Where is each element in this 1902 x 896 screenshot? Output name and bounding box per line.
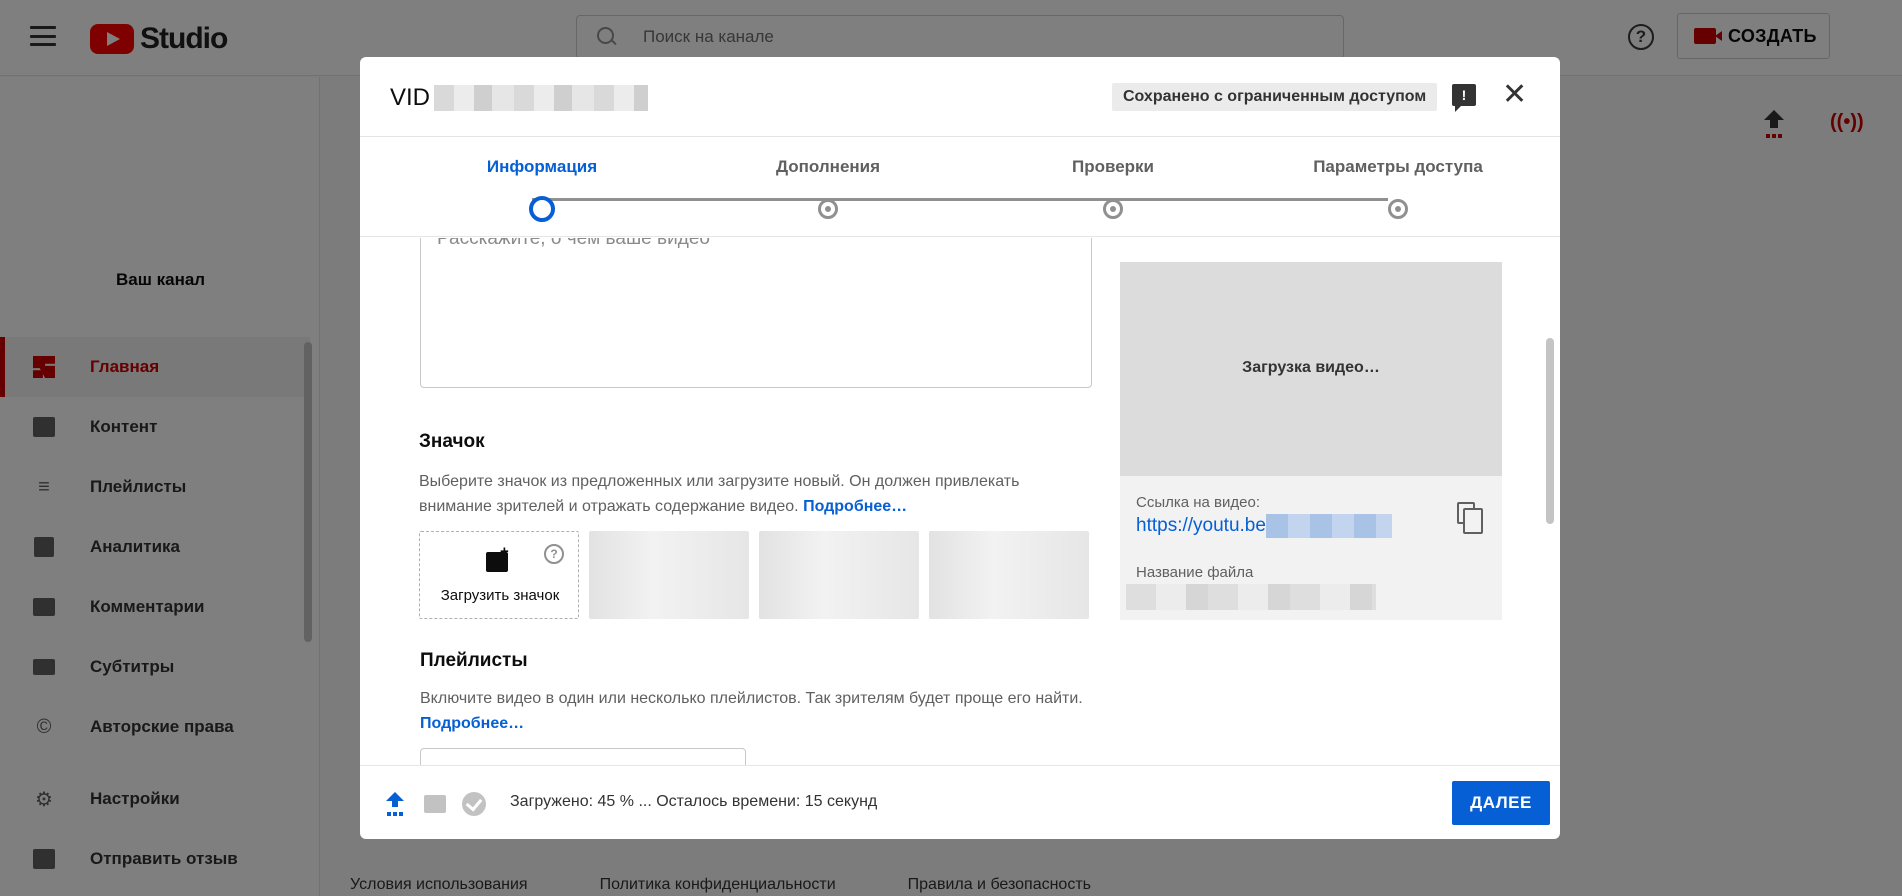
add-photo-icon [486, 543, 509, 572]
dialog-footer: Загружено: 45 % ... Осталось времени: 15… [360, 765, 1560, 839]
step-indicator [818, 199, 838, 219]
thumbnail-title: Значок [419, 431, 485, 452]
close-icon[interactable]: ✕ [1502, 80, 1527, 110]
checks-complete-icon[interactable] [462, 792, 486, 816]
step-checks[interactable]: Проверки [993, 157, 1233, 219]
step-elements[interactable]: Дополнения [708, 157, 948, 219]
playlists-title: Плейлисты [420, 650, 528, 671]
playlists-text: Включите видео в один или несколько плей… [420, 690, 1083, 707]
playlists-description: Включите видео в один или несколько плей… [420, 686, 1092, 736]
thumbnail-section: Значок Выберите значок из предложенных и… [399, 413, 1111, 640]
description-placeholder: Расскажите, о чем ваше видео [437, 238, 710, 249]
playlists-section: Плейлисты Включите видео в один или неск… [420, 650, 1092, 736]
playlist-select[interactable] [420, 748, 746, 765]
auto-thumbnail-option[interactable] [759, 531, 919, 619]
step-indicator [529, 196, 555, 222]
step-indicator [1388, 199, 1408, 219]
video-preview: Загрузка видео… [1120, 262, 1502, 476]
step-label: Информация [486, 157, 598, 176]
upload-status-text: Загружено: 45 % ... Осталось времени: 15… [510, 793, 878, 810]
upload-thumbnail-label: Загрузить значок [440, 587, 560, 604]
filename-label: Название файла [1136, 564, 1254, 581]
step-label: Проверки [1071, 157, 1154, 176]
report-feedback-icon[interactable]: ! [1452, 84, 1476, 112]
dialog-title: VID [390, 84, 431, 111]
step-indicator [1103, 199, 1123, 219]
step-details[interactable]: Информация [422, 157, 662, 222]
auto-thumbnail-option[interactable] [929, 531, 1089, 619]
upload-progress-icon[interactable] [386, 792, 404, 812]
help-icon[interactable]: ? [544, 544, 564, 564]
upload-thumbnail-button[interactable]: ? Загрузить значок [419, 531, 579, 619]
redacted-filename [1126, 584, 1376, 610]
auto-thumbnail-option[interactable] [589, 531, 749, 619]
step-label: Параметры доступа [1313, 157, 1483, 176]
dialog-scrollbar[interactable] [1546, 338, 1554, 524]
redacted-title [434, 85, 648, 111]
thumbnail-options: ? Загрузить значок [419, 531, 1091, 619]
dialog-header: VID Сохранено с ограниченным доступом ! … [360, 57, 1560, 137]
video-preview-card: Загрузка видео… Ссылка на видео: https:/… [1120, 262, 1502, 620]
video-link-label: Ссылка на видео: [1136, 494, 1261, 511]
stepper-line [532, 198, 1388, 201]
video-loading-text: Загрузка видео… [1242, 359, 1380, 376]
step-visibility[interactable]: Параметры доступа [1278, 157, 1518, 219]
step-label: Дополнения [775, 157, 881, 176]
hd-processing-icon[interactable] [424, 795, 446, 813]
next-button[interactable]: ДАЛЕЕ [1452, 781, 1550, 825]
playlists-learn-more-link[interactable]: Подробнее… [420, 715, 524, 732]
copy-icon[interactable] [1457, 502, 1483, 534]
thumbnail-description: Выберите значок из предложенных или загр… [419, 469, 1091, 519]
upload-stepper: Информация Дополнения Проверки Параметры… [360, 137, 1560, 237]
thumbnail-learn-more-link[interactable]: Подробнее… [803, 498, 907, 515]
description-input[interactable]: Расскажите, о чем ваше видео [420, 238, 1092, 388]
thumbnail-text: Выберите значок из предложенных или загр… [419, 473, 1020, 515]
saved-status-badge: Сохранено с ограниченным доступом [1112, 83, 1438, 111]
redacted-video-id [1266, 514, 1392, 538]
video-link[interactable]: https://youtu.be/ [1136, 515, 1271, 537]
